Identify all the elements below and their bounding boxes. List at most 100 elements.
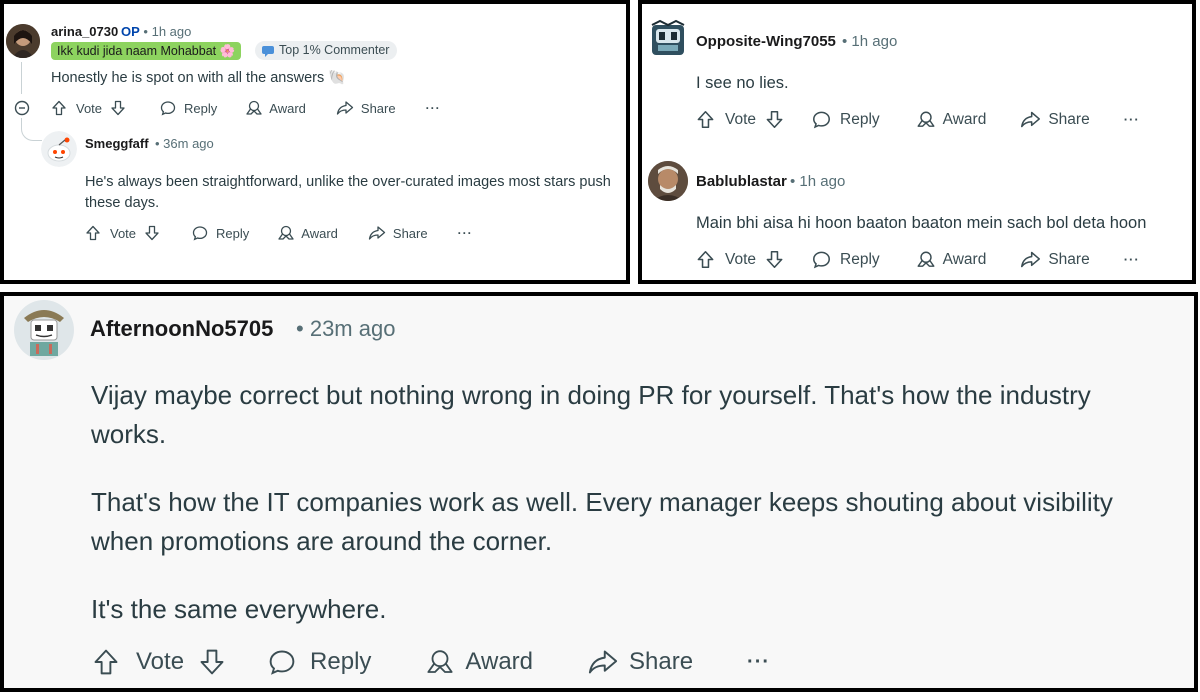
username[interactable]: AfternoonNo5705 [90, 316, 273, 342]
comment-paragraph: Vijay maybe correct but nothing wrong in… [91, 380, 1091, 449]
more-icon[interactable]: ··· [747, 651, 770, 674]
reply-button[interactable]: Reply [160, 100, 217, 116]
downvote-icon [200, 649, 224, 675]
upvote-button[interactable] [51, 100, 67, 116]
award-button[interactable]: Award [277, 225, 338, 241]
collapse-icon[interactable] [14, 100, 30, 121]
username[interactable]: Smeggfaff [85, 136, 149, 151]
downvote-button[interactable] [765, 110, 784, 129]
comment-meta: OP • 1h ago [121, 24, 192, 39]
comment-actions: Vote Reply Award Share ··· [51, 100, 441, 116]
comment-panel-top-right: Opposite-Wing7055 • 1h ago I see no lies… [638, 0, 1196, 284]
more-icon[interactable]: ··· [426, 101, 441, 115]
vote-label: Vote [76, 100, 103, 116]
vote-label: Vote [136, 648, 185, 675]
share-button[interactable]: Share [1020, 110, 1090, 129]
downvote-icon [766, 251, 783, 268]
reply-icon [160, 101, 176, 116]
comment-panel-top-left: arina_0730 OP • 1h ago Ikk kudi jida naa… [0, 0, 630, 284]
comment-actions: Vote Reply Award Share ··· [92, 648, 770, 676]
downvote-icon [145, 225, 159, 241]
more-icon[interactable]: ··· [1124, 112, 1140, 127]
award-icon [917, 251, 935, 267]
share-button[interactable]: Share [1020, 250, 1090, 269]
comment-paragraph: That's how the IT companies work as well… [91, 487, 1113, 556]
upvote-button[interactable] [696, 250, 715, 269]
reply-icon [813, 251, 831, 269]
vote-label: Vote [110, 225, 137, 241]
comment-body: I see no lies. [696, 74, 789, 92]
badge-icon [262, 45, 274, 57]
share-button[interactable]: Share [336, 100, 396, 116]
user-avatar[interactable] [6, 24, 40, 58]
comment-panel-bottom: AfternoonNo5705 • 23m ago Vijay maybe co… [0, 292, 1198, 692]
comment-body: Main bhi aisa hi hoon baaton baaton mein… [696, 214, 1147, 232]
downvote-button[interactable] [198, 648, 226, 676]
reply-icon [269, 650, 295, 675]
upvote-icon [86, 225, 100, 241]
timestamp: 1h ago [799, 173, 846, 190]
vote-label: Vote [725, 250, 757, 268]
user-flair: Ikk kudi jida naam Mohabbat 🌸 [51, 42, 242, 60]
share-button[interactable]: Share [587, 648, 693, 676]
top-commenter-badge: Top 1% Commenter [255, 41, 398, 60]
downvote-button[interactable] [110, 100, 126, 116]
reply-button[interactable]: Reply [192, 225, 249, 241]
comment-body: He's always been straightforward, unlike… [85, 174, 611, 211]
share-icon [1021, 111, 1041, 128]
timestamp: 23m ago [309, 316, 396, 341]
reply-button[interactable]: Reply [268, 648, 371, 676]
thread-line [21, 62, 22, 94]
comment-meta: • 1h ago [790, 173, 846, 190]
share-icon [1021, 251, 1041, 268]
award-icon [278, 225, 294, 240]
more-icon[interactable]: ··· [458, 226, 473, 240]
thread-connector [21, 118, 42, 141]
upvote-icon [94, 649, 118, 675]
award-button[interactable]: Award [916, 250, 986, 269]
username[interactable]: arina_0730 [51, 24, 118, 39]
comment-body: Honestly he is spot on with all the answ… [51, 70, 347, 86]
user-avatar[interactable] [648, 19, 688, 59]
award-icon [427, 650, 453, 673]
share-button[interactable]: Share [368, 225, 428, 241]
timestamp: 1h ago [151, 24, 192, 39]
reply-icon [192, 226, 208, 241]
timestamp: 36m ago [163, 136, 214, 151]
more-icon[interactable]: ··· [1124, 252, 1140, 267]
comment-actions: Vote Reply Award Share ··· [696, 110, 1140, 129]
award-icon [917, 111, 935, 127]
share-icon [368, 226, 386, 240]
reply-button[interactable]: Reply [812, 250, 880, 269]
comment-actions: Vote Reply Award Share ··· [696, 250, 1140, 269]
user-avatar[interactable] [648, 161, 688, 201]
reply-button[interactable]: Reply [812, 110, 880, 129]
downvote-button[interactable] [144, 225, 160, 241]
award-button[interactable]: Award [245, 100, 306, 116]
upvote-icon [697, 251, 714, 268]
comment-actions: Vote Reply Award Share ··· [85, 225, 473, 241]
username[interactable]: Bablublastar [696, 173, 787, 190]
comment-meta: • 36m ago [155, 136, 214, 151]
username[interactable]: Opposite-Wing7055 [696, 33, 836, 50]
upvote-button[interactable] [696, 110, 715, 129]
downvote-icon [111, 100, 125, 116]
downvote-button[interactable] [765, 250, 784, 269]
comment-meta: • 1h ago [842, 33, 898, 50]
comment-meta: • 23m ago [296, 316, 396, 341]
comment-paragraph: It's the same everywhere. [91, 594, 387, 624]
upvote-icon [697, 111, 714, 128]
award-button[interactable]: Award [425, 648, 533, 676]
user-avatar[interactable] [41, 131, 77, 167]
timestamp: 1h ago [851, 33, 898, 50]
share-icon [588, 650, 618, 674]
reply-icon [813, 111, 831, 129]
upvote-button[interactable] [92, 648, 120, 676]
upvote-button[interactable] [85, 225, 101, 241]
award-button[interactable]: Award [916, 110, 986, 129]
vote-label: Vote [725, 110, 757, 128]
award-icon [246, 100, 262, 115]
share-icon [336, 101, 354, 115]
user-avatar[interactable] [14, 300, 74, 360]
downvote-icon [766, 111, 783, 128]
